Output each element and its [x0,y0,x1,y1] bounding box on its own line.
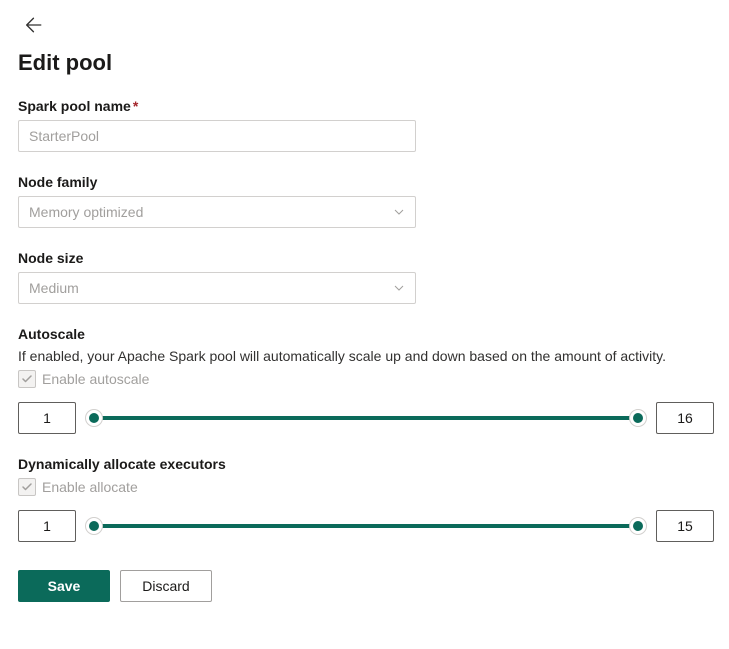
enable-autoscale-checkbox[interactable] [18,370,36,388]
node-family-select[interactable]: Memory optimized [18,196,416,228]
slider-track [88,524,644,528]
back-arrow-button[interactable] [22,14,46,38]
autoscale-min-input[interactable] [18,402,76,434]
chevron-down-icon [393,282,405,294]
autoscale-slider-min-thumb[interactable] [85,409,103,427]
check-icon [21,481,33,493]
enable-allocate-checkbox[interactable] [18,478,36,496]
dynamic-slider-max-thumb[interactable] [629,517,647,535]
autoscale-label: Autoscale [18,326,711,342]
slider-track [88,416,644,420]
node-size-select[interactable]: Medium [18,272,416,304]
discard-button[interactable]: Discard [120,570,212,602]
page-title: Edit pool [18,50,711,76]
dynamic-slider[interactable] [88,514,644,538]
autoscale-description: If enabled, your Apache Spark pool will … [18,348,711,364]
node-size-value: Medium [29,280,79,296]
dynamic-max-input[interactable] [656,510,714,542]
autoscale-slider-max-thumb[interactable] [629,409,647,427]
enable-allocate-label: Enable allocate [42,479,138,495]
node-family-value: Memory optimized [29,204,143,220]
check-icon [21,373,33,385]
node-family-label: Node family [18,174,711,190]
dynamic-slider-min-thumb[interactable] [85,517,103,535]
required-star-icon: * [133,98,138,114]
dynamic-min-input[interactable] [18,510,76,542]
autoscale-slider[interactable] [88,406,644,430]
autoscale-max-input[interactable] [656,402,714,434]
pool-name-label: Spark pool name* [18,98,711,114]
chevron-down-icon [393,206,405,218]
pool-name-label-text: Spark pool name [18,98,131,114]
back-arrow-icon [25,16,43,37]
node-size-label: Node size [18,250,711,266]
enable-autoscale-label: Enable autoscale [42,371,149,387]
dynamic-allocate-label: Dynamically allocate executors [18,456,711,472]
pool-name-input[interactable] [18,120,416,152]
save-button[interactable]: Save [18,570,110,602]
